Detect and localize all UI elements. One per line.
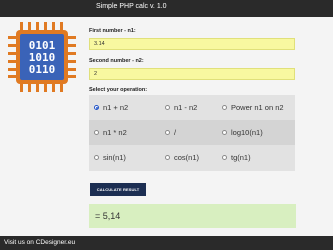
chip-text-line-3: 0110 xyxy=(29,63,56,76)
radio-button[interactable] xyxy=(222,130,227,135)
second-number-input[interactable] xyxy=(89,68,295,80)
footer-bar: Visit us on CDesigner.eu xyxy=(0,236,333,250)
operation-option-subtract[interactable]: n1 - n2 xyxy=(165,95,197,120)
first-number-label: First number - n1: xyxy=(89,28,136,34)
operation-label: Select your operation: xyxy=(89,87,148,93)
operation-option-label: log10(n1) xyxy=(231,128,263,137)
radio-button[interactable] xyxy=(222,105,227,110)
operation-option-power[interactable]: Power n1 on n2 xyxy=(222,95,284,120)
operation-options: n1 + n2 n1 - n2 Power n1 on n2 n1 * n2 / xyxy=(89,95,295,171)
operation-option-tg[interactable]: tg(n1) xyxy=(222,145,251,170)
operation-row: sin(n1) cos(n1) tg(n1) xyxy=(89,145,295,171)
radio-button[interactable] xyxy=(165,105,170,110)
radio-button[interactable] xyxy=(94,105,99,110)
title-bar: Simple PHP calc v. 1.0 xyxy=(0,0,333,17)
footer-link[interactable]: CDesigner.eu xyxy=(36,239,75,246)
operation-option-cos[interactable]: cos(n1) xyxy=(165,145,199,170)
first-number-input[interactable] xyxy=(89,38,295,50)
radio-button[interactable] xyxy=(94,155,99,160)
cpu-chip-icon: 0101 1010 0110 xyxy=(8,22,76,92)
operation-row: n1 + n2 n1 - n2 Power n1 on n2 xyxy=(89,95,295,120)
second-number-label: Second number - n2: xyxy=(89,58,144,64)
operation-option-label: cos(n1) xyxy=(174,153,200,162)
footer-prefix: Visit us on xyxy=(4,239,36,246)
operation-option-multiply[interactable]: n1 * n2 xyxy=(94,120,127,145)
operation-option-label: tg(n1) xyxy=(231,153,251,162)
result-box: = 5,14 xyxy=(89,204,296,228)
operation-option-log10[interactable]: log10(n1) xyxy=(222,120,263,145)
radio-button[interactable] xyxy=(165,130,170,135)
operation-option-label: / xyxy=(174,128,177,137)
operation-option-label: Power n1 on n2 xyxy=(231,103,284,112)
radio-button[interactable] xyxy=(222,155,227,160)
operation-option-label: sin(n1) xyxy=(103,153,126,162)
operation-option-add[interactable]: n1 + n2 xyxy=(94,95,128,120)
footer-text: Visit us on CDesigner.eu xyxy=(4,239,75,246)
app-title: Simple PHP calc v. 1.0 xyxy=(96,3,167,10)
operation-option-sin[interactable]: sin(n1) xyxy=(94,145,126,170)
operation-row: n1 * n2 / log10(n1) xyxy=(89,120,295,145)
radio-button[interactable] xyxy=(165,155,170,160)
operation-option-label: n1 + n2 xyxy=(103,103,129,112)
operation-option-label: n1 - n2 xyxy=(174,103,198,112)
operation-option-divide[interactable]: / xyxy=(165,120,176,145)
operation-option-label: n1 * n2 xyxy=(103,128,127,137)
radio-button[interactable] xyxy=(94,130,99,135)
calculate-result-button[interactable]: CALCULATE RESULT xyxy=(90,183,146,196)
